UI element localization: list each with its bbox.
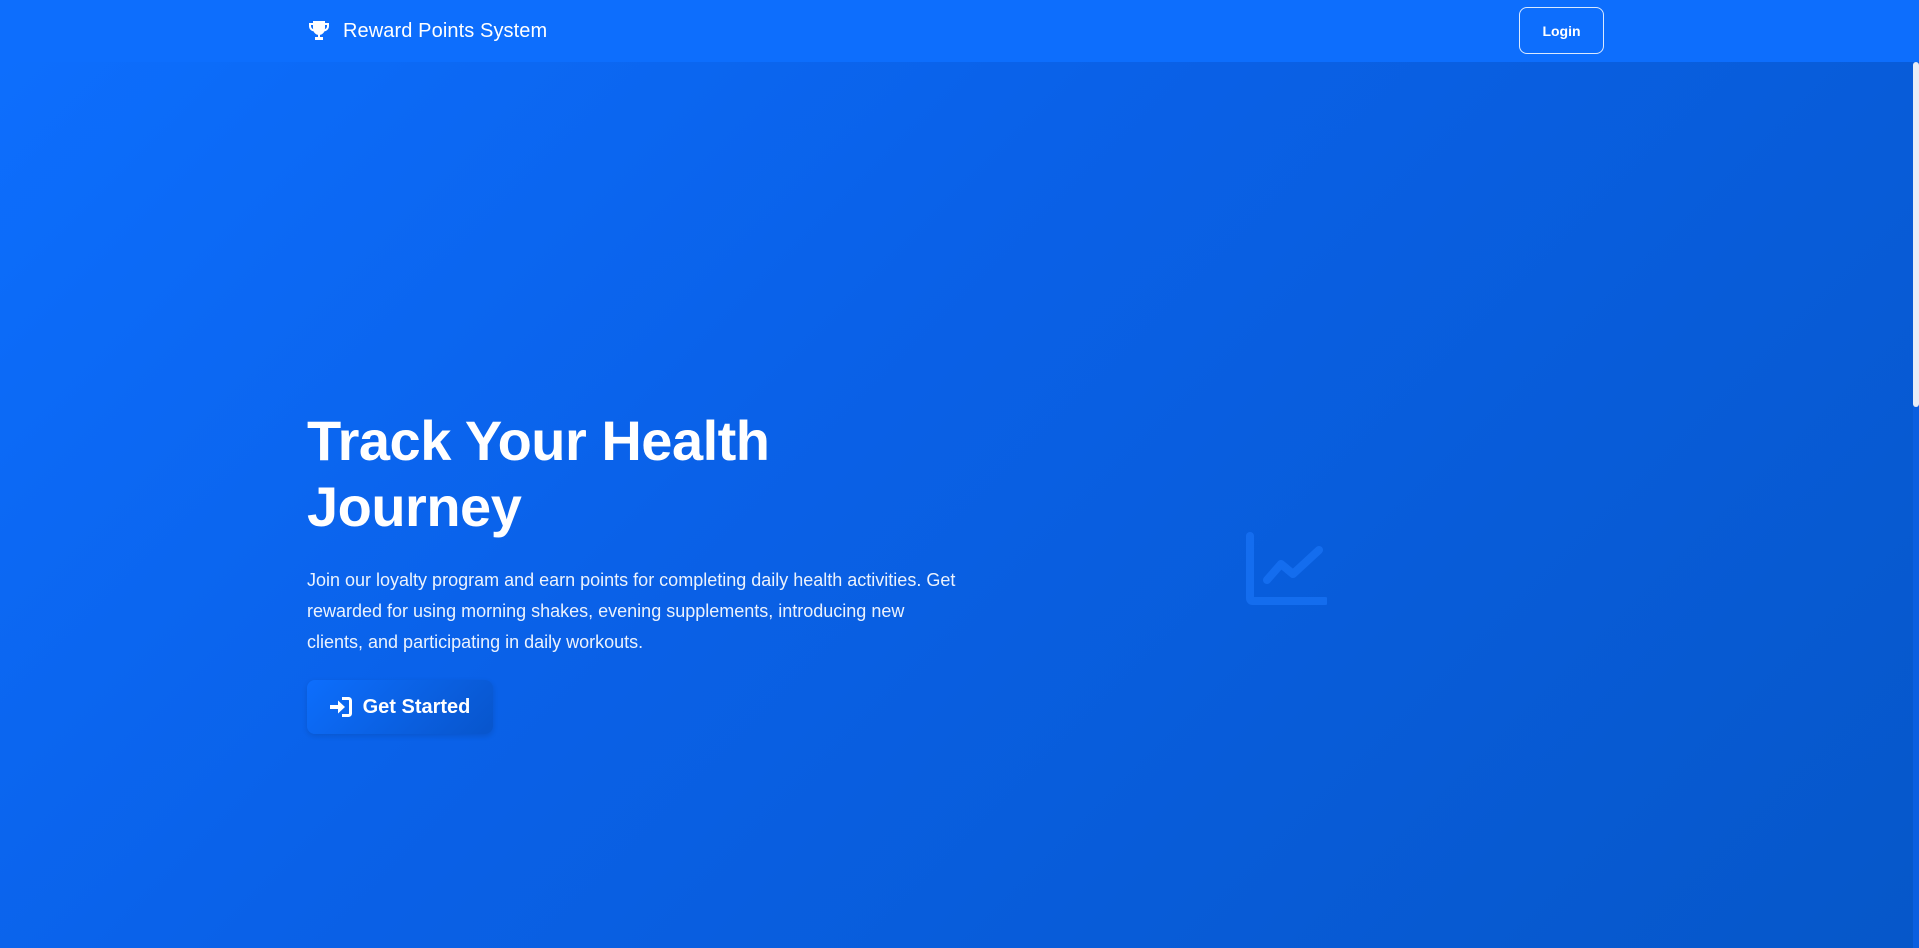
scrollbar-thumb[interactable] [1913, 62, 1919, 407]
chart-line-icon [1246, 532, 1327, 605]
brand-title: Reward Points System [343, 19, 548, 42]
navbar: Reward Points System Login [0, 0, 1919, 62]
get-started-button[interactable]: Get Started [307, 680, 493, 734]
hero-section [0, 62, 1913, 948]
hero-title: Track Your Health Journey [307, 409, 770, 538]
brand-link[interactable]: Reward Points System [307, 19, 547, 43]
hero-description: Join our loyalty program and earn points… [307, 570, 956, 652]
trophy-icon [309, 21, 329, 40]
get-started-label: Get Started [362, 695, 471, 718]
sign-in-icon [329, 697, 352, 717]
login-button[interactable]: Login [1519, 7, 1604, 54]
